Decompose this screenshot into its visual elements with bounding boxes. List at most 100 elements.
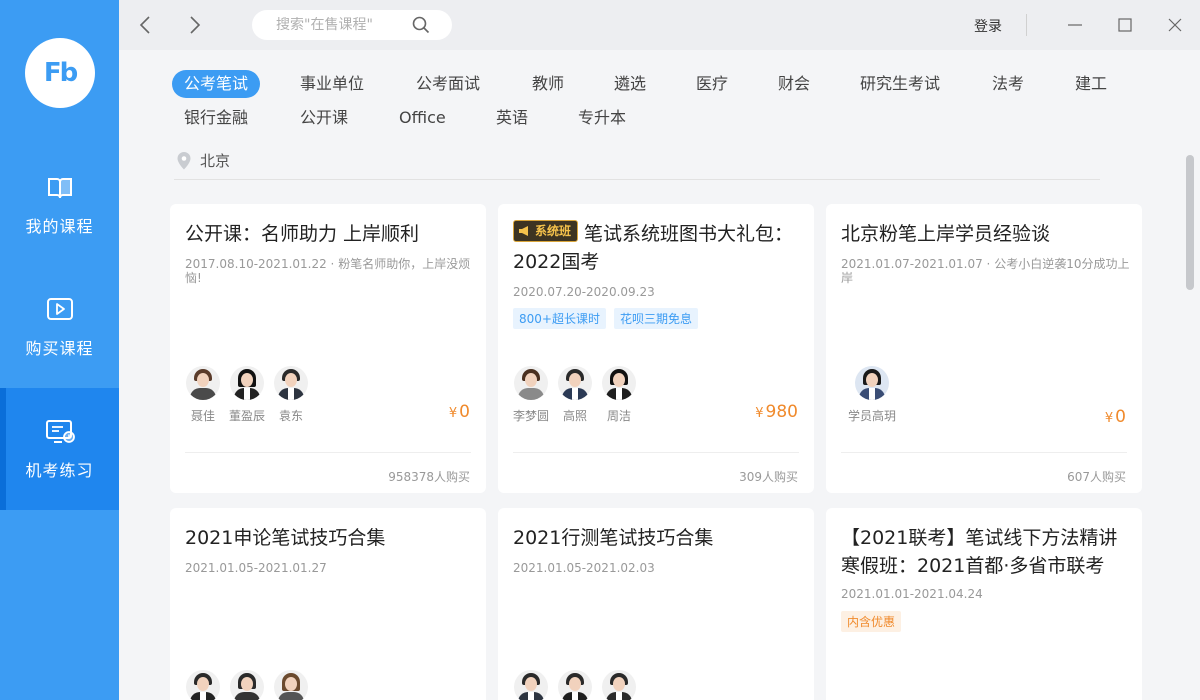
divider (513, 452, 799, 453)
category-tab[interactable]: 法考 (980, 70, 1036, 98)
teacher-avatar (558, 366, 592, 400)
badge-label: 系统班 (535, 224, 572, 238)
course-meta: 2020.07.20-2020.09.23 (513, 285, 655, 299)
divider (185, 452, 471, 453)
close-icon (1168, 18, 1182, 32)
location-pin-icon (177, 151, 191, 169)
category-tab[interactable]: 专升本 (566, 104, 638, 132)
main-content: 公考笔试 事业单位 公考面试 教师 遴选 医疗 财会 研究生考试 法考 建工 银… (119, 50, 1185, 700)
minimize-button[interactable] (1063, 13, 1087, 37)
course-card[interactable]: 2021申论笔试技巧合集 2021.01.05-2021.01.27 (170, 508, 486, 700)
category-tab[interactable]: 公考面试 (404, 70, 492, 98)
course-card[interactable]: 系统班 笔试系统班图书大礼包：2022国考 2020.07.20-2020.09.… (498, 204, 814, 493)
login-button[interactable]: 登录 (974, 16, 1002, 36)
nav-label: 机考练习 (25, 461, 94, 480)
teacher (557, 670, 593, 700)
tag-list: 800+超长课时 花呗三期免息 (513, 308, 698, 329)
minimize-icon (1068, 24, 1082, 26)
currency-symbol: ¥ (755, 406, 764, 421)
course-card[interactable]: 2021行测笔试技巧合集 2021.01.05-2021.02.03 (498, 508, 814, 700)
course-title: 公开课：名师助力 上岸顺利 (185, 223, 420, 245)
computer-exam-icon (45, 420, 75, 443)
teacher (601, 670, 637, 700)
buyer-count: 309人购买 (739, 470, 798, 484)
price-value: 0 (1115, 407, 1126, 427)
app-logo: Fb (25, 38, 95, 108)
nav-label: 我的课程 (25, 217, 94, 236)
megaphone-icon (519, 226, 528, 236)
nav-item-exam-practice[interactable]: 机考练习 (0, 388, 119, 510)
chevron-left-icon (139, 16, 150, 34)
teacher: 李梦圆 (513, 366, 549, 424)
course-meta: 2021.01.07-2021.01.07 · 公考小白逆袭10分成功上岸 (841, 257, 1130, 285)
course-card[interactable]: 北京粉笔上岸学员经验谈 2021.01.07-2021.01.07 · 公考小白… (826, 204, 1142, 493)
course-meta: 2017.08.10-2021.01.22 · 粉笔名师助你，上岸没烦恼! (185, 257, 471, 285)
teacher: 学员高玥 (848, 366, 896, 424)
course-card[interactable]: 公开课：名师助力 上岸顺利 2017.08.10-2021.01.22 · 粉笔… (170, 204, 486, 493)
category-tab[interactable]: 研究生考试 (848, 70, 952, 98)
course-price: ¥980 (755, 402, 798, 422)
forward-button[interactable] (183, 13, 207, 37)
course-title: 2021申论笔试技巧合集 (185, 527, 386, 549)
search-box[interactable] (252, 10, 452, 40)
close-button[interactable] (1163, 13, 1187, 37)
teacher-avatar (602, 366, 636, 400)
teacher (273, 670, 309, 700)
category-tab[interactable]: 公考笔试 (172, 70, 261, 98)
teacher: 董盈辰 (229, 366, 265, 424)
teacher-avatar (186, 670, 220, 700)
course-price: ¥0 (449, 402, 470, 422)
nav-item-buy-courses[interactable]: 购买课程 (0, 266, 119, 388)
teacher: 周洁 (601, 366, 637, 424)
teacher-avatar (274, 670, 308, 700)
maximize-button[interactable] (1113, 13, 1137, 37)
price-value: 0 (459, 402, 470, 422)
teacher-list: 学员高玥 (848, 366, 896, 424)
location-label: 北京 (200, 152, 231, 170)
category-tab[interactable]: 英语 (484, 104, 540, 132)
category-tab[interactable]: 遴选 (602, 70, 658, 98)
buyer-count: 607人购买 (1067, 470, 1126, 484)
category-tab[interactable]: 财会 (766, 70, 822, 98)
course-title: 系统班 笔试系统班图书大礼包：2022国考 (513, 220, 803, 276)
teacher-name: 学员高玥 (848, 409, 897, 423)
tag-list: 内含优惠 (841, 611, 902, 632)
search-input[interactable] (276, 17, 406, 33)
teacher-avatar (274, 366, 308, 400)
teacher (229, 670, 265, 700)
category-tab[interactable]: 教师 (520, 70, 576, 98)
category-tab[interactable]: 事业单位 (288, 70, 376, 98)
nav-item-my-courses[interactable]: 我的课程 (0, 144, 119, 266)
divider (174, 179, 1100, 180)
category-tab[interactable]: 银行金融 (172, 104, 260, 132)
course-meta: 2021.01.01-2021.04.24 (841, 587, 983, 601)
teacher-avatar (558, 670, 592, 700)
title-bar: 登录 (119, 0, 1200, 50)
category-tab[interactable]: 建工 (1063, 70, 1119, 98)
scrollbar-thumb[interactable] (1186, 155, 1194, 290)
teacher-list (185, 670, 309, 700)
category-tab[interactable]: Office (387, 104, 458, 132)
course-card[interactable]: 【2021联考】笔试线下方法精讲寒假班：2021首都·多省市联考 2021.01… (826, 508, 1142, 700)
course-title: 北京粉笔上岸学员经验谈 (841, 223, 1051, 245)
teacher-avatar (230, 670, 264, 700)
course-meta: 2021.01.05-2021.02.03 (513, 561, 655, 575)
category-tab[interactable]: 公开课 (288, 104, 360, 132)
logo-text: Fb (43, 58, 78, 88)
teacher-avatar (855, 366, 889, 400)
course-title: 2021行测笔试技巧合集 (513, 527, 714, 549)
teacher-avatar (602, 670, 636, 700)
category-tab[interactable]: 医疗 (684, 70, 740, 98)
nav-label: 购买课程 (25, 339, 94, 358)
location-selector[interactable]: 北京 (176, 150, 230, 171)
maximize-icon (1118, 18, 1132, 32)
back-button[interactable] (133, 13, 157, 37)
course-title: 【2021联考】笔试线下方法精讲寒假班：2021首都·多省市联考 (841, 527, 1118, 577)
teacher (185, 670, 221, 700)
teacher-avatar (186, 366, 220, 400)
search-icon[interactable] (412, 16, 430, 34)
divider (841, 452, 1127, 453)
divider (1026, 14, 1027, 36)
teacher-name: 聂佳 (190, 409, 215, 423)
teacher: 高照 (557, 366, 593, 424)
